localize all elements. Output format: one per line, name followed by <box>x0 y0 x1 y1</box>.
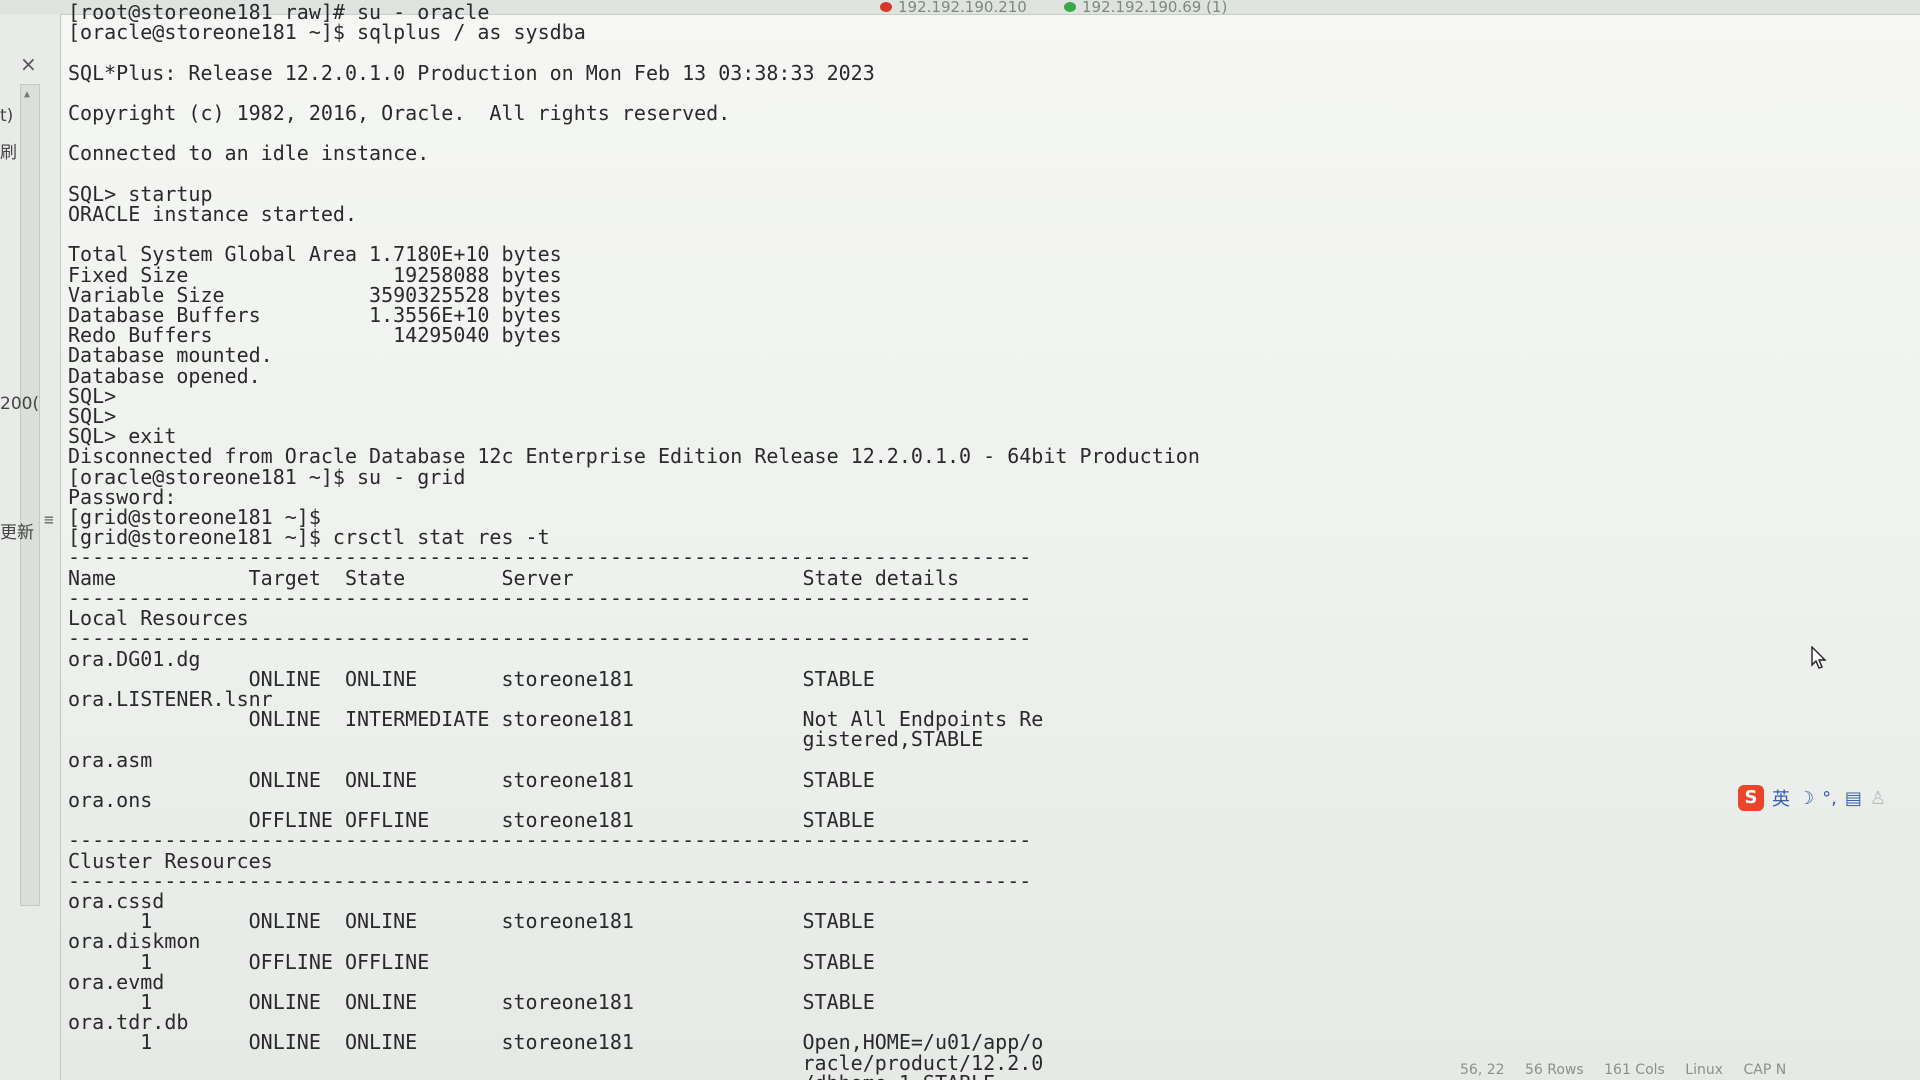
terminal-line: Fixed Size 19258088 bytes <box>68 262 562 287</box>
terminal-line: ONLINE ONLINE storeone181 STABLE <box>68 767 875 792</box>
sidebar-fragment: 200( <box>0 394 40 414</box>
terminal-line: ONLINE ONLINE storeone181 STABLE <box>68 666 875 691</box>
terminal-line: 1 OFFLINE OFFLINE STABLE <box>68 949 875 974</box>
terminal-line: Database Buffers 1.3556E+10 bytes <box>68 303 562 328</box>
terminal-line: ORACLE instance started. <box>68 202 357 227</box>
menu-icon[interactable]: ≡ <box>44 510 54 529</box>
sidebar-fragment: 刷 <box>0 143 17 163</box>
terminal-line: Copyright (c) 1982, 2016, Oracle. All ri… <box>68 101 731 126</box>
punctuation-icon[interactable]: °, <box>1822 788 1837 809</box>
terminal-line: SQL> <box>68 383 117 408</box>
terminal-line: ONLINE INTERMEDIATE storeone181 Not All … <box>68 707 1044 732</box>
user-icon[interactable]: ♙ <box>1870 788 1886 809</box>
terminal-line: [grid@storeone181 ~]$ <box>68 505 321 530</box>
terminal-line: ----------------------------------------… <box>68 626 1032 651</box>
terminal-line: [oracle@storeone181 ~]$ sqlplus / as sys… <box>68 20 586 45</box>
terminal-line: ora.DG01.dg <box>68 646 201 671</box>
terminal-line: racle/product/12.2.0 <box>68 1050 1044 1075</box>
mouse-pointer-icon <box>1811 646 1827 669</box>
terminal-line: gistered,STABLE <box>68 727 984 752</box>
terminal-line: [oracle@storeone181 ~]$ su - grid <box>68 464 466 489</box>
terminal-line: Connected to an idle instance. <box>68 141 430 166</box>
terminal-line: ora.cssd <box>68 888 165 913</box>
terminal-line: Database mounted. <box>68 343 273 368</box>
terminal-line: ----------------------------------------… <box>68 828 1032 853</box>
terminal-line: Name Target State Server State details <box>68 565 960 590</box>
status-bar: 56, 22 56 Rows 161 Cols Linux CAP N <box>1460 1062 1920 1080</box>
terminal-line: [grid@storeone181 ~]$ crsctl stat res -t <box>68 525 550 550</box>
terminal-line: ora.evmd <box>68 969 165 994</box>
col-count: 161 Cols <box>1604 1062 1665 1078</box>
terminal-line: 1 ONLINE ONLINE storeone181 STABLE <box>68 909 875 934</box>
terminal-line: ----------------------------------------… <box>68 868 1032 893</box>
terminal-line: SQL> exit <box>68 424 177 449</box>
terminal-line: Disconnected from Oracle Database 12c En… <box>68 444 1200 469</box>
moon-icon[interactable]: ☽ <box>1798 788 1814 809</box>
terminal-line: SQL*Plus: Release 12.2.0.1.0 Production … <box>68 60 875 85</box>
terminal-line: ora.diskmon <box>68 929 201 954</box>
terminal-line: Local Resources <box>68 606 249 631</box>
terminal-line: ----------------------------------------… <box>68 545 1032 570</box>
terminal-line: ----------------------------------------… <box>68 585 1032 610</box>
terminal-line: 1 ONLINE ONLINE storeone181 Open,HOME=/u… <box>68 1030 1044 1055</box>
terminal-line: ora.asm <box>68 747 153 772</box>
terminal-pane[interactable]: [root@storeone181 raw]# su - oracle [orac… <box>62 2 1920 1080</box>
terminal-line: SQL> startup <box>68 181 213 206</box>
sidebar-fragment: t) <box>0 106 14 126</box>
sidebar-fragment: 更新 <box>0 523 34 543</box>
os-label: Linux <box>1685 1062 1724 1078</box>
close-icon[interactable]: × <box>20 52 37 76</box>
caps-indicator: CAP N <box>1743 1062 1787 1078</box>
sogou-logo-icon[interactable]: S <box>1738 785 1764 811</box>
terminal-line: Variable Size 3590325528 bytes <box>68 282 562 307</box>
terminal-output[interactable]: [root@storeone181 raw]# su - oracle [orac… <box>68 2 1200 1080</box>
terminal-line: Cluster Resources <box>68 848 273 873</box>
ime-toolbar[interactable]: S 英 ☽ °, ▤ ♙ <box>1738 785 1888 811</box>
terminal-line: ora.ons <box>68 787 153 812</box>
terminal-line: Database opened. <box>68 363 261 388</box>
terminal-line: Password: <box>68 484 177 509</box>
keyboard-icon[interactable]: ▤ <box>1845 788 1862 809</box>
terminal-line: OFFLINE OFFLINE storeone181 STABLE <box>68 808 875 833</box>
ime-mode-label[interactable]: 英 <box>1772 785 1790 811</box>
scroll-up-icon[interactable]: ▲ <box>24 89 30 100</box>
terminal-line: [root@storeone181 raw]# su - oracle <box>68 0 490 24</box>
terminal-line: SQL> <box>68 404 117 429</box>
sidebar: × ▲ t) 刷 200( ≡ 更新 <box>0 14 61 1080</box>
screen: 192.192.190.210 192.192.190.69 (1) × ▲ t… <box>0 0 1920 1080</box>
terminal-line: 1 ONLINE ONLINE storeone181 STABLE <box>68 989 875 1014</box>
row-count: 56 Rows <box>1524 1062 1584 1078</box>
terminal-line: ora.LISTENER.lsnr <box>68 686 273 711</box>
cursor-position: 56, 22 <box>1460 1062 1505 1078</box>
sidebar-scrollbar[interactable]: ▲ <box>20 84 40 906</box>
terminal-line: ora.tdr.db <box>68 1010 189 1035</box>
terminal-line: Total System Global Area 1.7180E+10 byte… <box>68 242 562 267</box>
terminal-line: Redo Buffers 14295040 bytes <box>68 323 562 348</box>
